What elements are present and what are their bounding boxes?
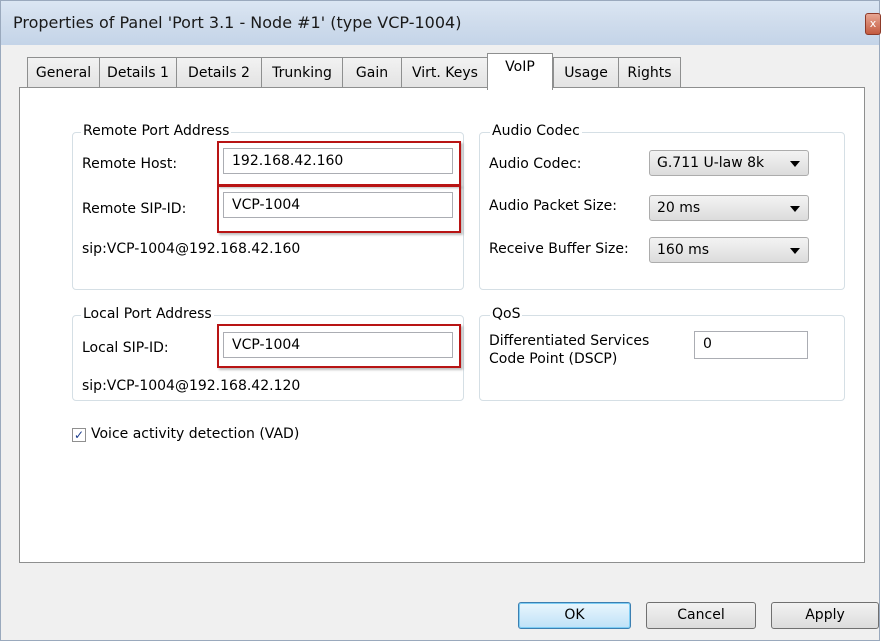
- properties-dialog: Properties of Panel 'Port 3.1 - Node #1'…: [0, 0, 881, 641]
- close-icon: x: [869, 17, 877, 30]
- remote-host-label: Remote Host:: [82, 156, 178, 172]
- tab-virt-keys[interactable]: Virt. Keys: [401, 57, 489, 87]
- vad-checkbox[interactable]: ✓: [72, 428, 86, 442]
- audio-codec-value: G.711 U-law 8k: [657, 155, 765, 171]
- local-sip-id-highlight: [217, 324, 461, 368]
- remote-sip-id-label: Remote SIP-ID:: [82, 201, 187, 217]
- receive-buffer-size-select[interactable]: 160 ms: [649, 237, 809, 263]
- audio-group-title: Audio Codec: [490, 123, 582, 139]
- ok-button[interactable]: OK: [518, 602, 631, 629]
- audio-codec-select[interactable]: G.711 U-law 8k: [649, 150, 809, 176]
- audio-packet-size-label: Audio Packet Size:: [489, 198, 617, 214]
- cancel-button[interactable]: Cancel: [646, 602, 756, 629]
- chevron-down-icon: [790, 161, 800, 167]
- tab-general[interactable]: General: [27, 57, 100, 87]
- audio-packet-size-value: 20 ms: [657, 200, 701, 216]
- dscp-label-line-1: Differentiated Services: [489, 333, 650, 349]
- tab-strip: General Details 1 Details 2 Trunking Gai…: [1, 45, 879, 90]
- local-group-title: Local Port Address: [81, 306, 214, 322]
- tab-voip[interactable]: VoIP: [487, 53, 553, 90]
- local-sip-uri: sip:VCP-1004@192.168.42.120: [82, 378, 301, 394]
- tab-usage[interactable]: Usage: [553, 57, 619, 87]
- tab-details-2[interactable]: Details 2: [176, 57, 262, 87]
- qos-group-title: QoS: [490, 306, 523, 322]
- remote-sip-uri: sip:VCP-1004@192.168.42.160: [82, 241, 301, 257]
- receive-buffer-size-label: Receive Buffer Size:: [489, 241, 629, 257]
- audio-codec-label: Audio Codec:: [489, 156, 582, 172]
- remote-host-highlight: [217, 141, 461, 186]
- close-button[interactable]: x: [865, 13, 881, 35]
- local-sip-id-label: Local SIP-ID:: [82, 340, 169, 356]
- tab-rights[interactable]: Rights: [618, 57, 681, 87]
- remote-group-title: Remote Port Address: [81, 123, 232, 139]
- tab-gain[interactable]: Gain: [342, 57, 402, 87]
- vad-label[interactable]: Voice activity detection (VAD): [91, 426, 299, 442]
- tab-details-1[interactable]: Details 1: [99, 57, 177, 87]
- audio-packet-size-select[interactable]: 20 ms: [649, 195, 809, 221]
- tab-trunking[interactable]: Trunking: [261, 57, 343, 87]
- receive-buffer-size-value: 160 ms: [657, 242, 710, 258]
- window-title: Properties of Panel 'Port 3.1 - Node #1'…: [13, 13, 462, 32]
- chevron-down-icon: [790, 206, 800, 212]
- title-bar[interactable]: Properties of Panel 'Port 3.1 - Node #1'…: [1, 1, 881, 45]
- voip-tab-panel: Remote Port Address Remote Host: 192.168…: [19, 87, 865, 563]
- checkmark-icon: ✓: [73, 428, 85, 442]
- dscp-input[interactable]: 0: [694, 331, 808, 359]
- dscp-label-line-2: Code Point (DSCP): [489, 351, 618, 367]
- chevron-down-icon: [790, 248, 800, 254]
- apply-button[interactable]: Apply: [771, 602, 879, 629]
- remote-sip-id-highlight: [217, 185, 461, 233]
